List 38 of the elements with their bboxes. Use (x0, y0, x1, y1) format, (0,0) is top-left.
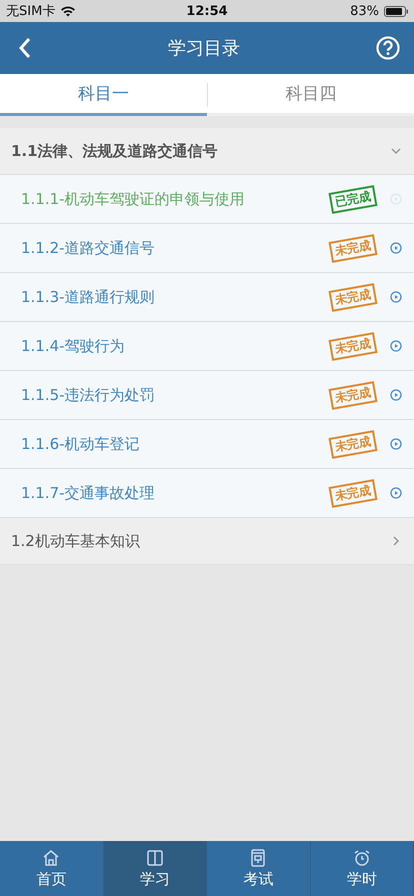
lesson-row[interactable]: 1.1.2-道路交通信号 未完成 (0, 224, 414, 273)
help-icon[interactable] (376, 36, 400, 60)
lesson-row[interactable]: 1.1.6-机动车登记 未完成 (0, 420, 414, 469)
book-icon (144, 848, 165, 868)
lesson-row[interactable]: 1.1.1-机动车驾驶证的申领与使用 已完成 (0, 175, 414, 224)
play-icon[interactable] (390, 291, 402, 303)
lesson-title: 1.1.7-交通事故处理 (21, 484, 156, 502)
status-stamp: 未完成 (328, 380, 378, 410)
lesson-title: 1.1.2-道路交通信号 (21, 238, 156, 258)
wifi-icon (60, 5, 76, 17)
status-stamp: 已完成 (328, 184, 378, 214)
lesson-row[interactable]: 1.1.7-交通事故处理 未完成 (0, 469, 414, 518)
status-stamp: 未完成 (328, 234, 378, 262)
lesson-title: 1.1.4-驾驶行为 (21, 336, 126, 356)
battery-icon (384, 6, 408, 16)
carrier-text: 无SIM卡 (6, 3, 56, 20)
lesson-row[interactable]: 1.1.5-违法行为处罚 未完成 (0, 371, 414, 420)
play-icon[interactable] (390, 340, 402, 352)
lesson-row[interactable]: 1.1.3-道路通行规则 未完成 (0, 273, 414, 322)
back-icon[interactable] (18, 37, 32, 59)
play-icon[interactable] (390, 389, 402, 401)
status-stamp: 未完成 (328, 478, 378, 508)
battery-text: 83% (350, 4, 379, 18)
clock-text: 12:54 (186, 4, 228, 18)
lesson-title: 1.1.3-道路通行规则 (21, 288, 156, 306)
status-stamp: 未完成 (328, 430, 378, 458)
page-title: 学习目录 (168, 37, 240, 60)
status-stamp: 未完成 (328, 332, 378, 360)
lesson-title: 1.1.1-机动车驾驶证的申领与使用 (21, 190, 246, 208)
play-icon[interactable] (390, 487, 402, 499)
status-stamp: 未完成 (328, 282, 378, 312)
lesson-title: 1.1.5-违法行为处罚 (21, 386, 156, 404)
lesson-row[interactable]: 1.1.4-驾驶行为 未完成 (0, 322, 414, 371)
house-icon (41, 848, 62, 868)
play-icon[interactable] (390, 438, 402, 450)
play-icon[interactable] (390, 242, 402, 254)
lesson-title: 1.1.6-机动车登记 (21, 434, 141, 454)
tab-bar-item[interactable]: 学习 (104, 841, 207, 896)
